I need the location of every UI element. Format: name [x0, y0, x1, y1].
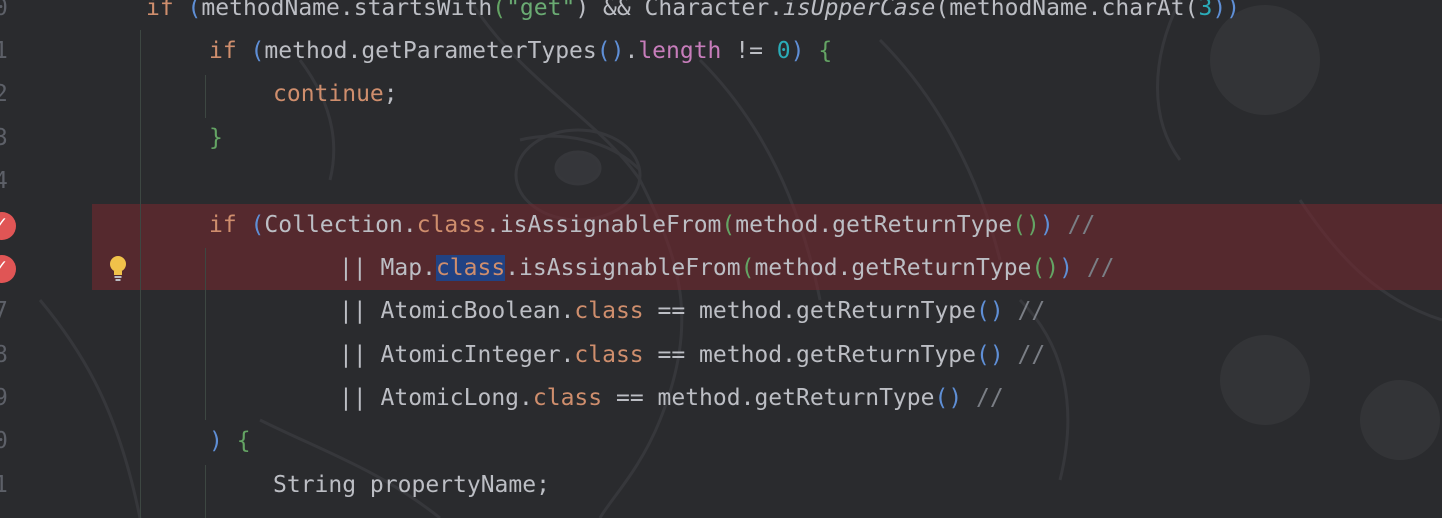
code-token: != [721, 38, 777, 64]
code-line[interactable]: String propertyName; [273, 464, 550, 507]
line-number: 7 [0, 298, 8, 324]
italic-method-token: isUpperCase [783, 0, 936, 21]
code-token: == method.getReturnType [643, 342, 977, 368]
breakpoint-icon[interactable]: ✓ [0, 212, 16, 240]
keyword-token: if [209, 212, 237, 238]
keyword-token: continue [273, 81, 384, 107]
comment-token: // [962, 385, 1004, 411]
code-token: . [624, 38, 639, 64]
comment-token: // [1003, 298, 1046, 324]
comment-token: // [1053, 212, 1096, 238]
keyword-token: class [574, 298, 644, 324]
paren-token: () [934, 385, 963, 411]
number-token: 3 [1198, 0, 1213, 21]
code-token: method.getReturnType [735, 212, 1013, 238]
line-number: 1 [0, 472, 8, 498]
code-line[interactable]: if (methodName.startsWith("get") && Char… [146, 0, 1240, 30]
code-token: || Map. [339, 255, 436, 281]
code-line[interactable]: if (method.getParameterTypes().length !=… [209, 30, 832, 73]
paren-token: () [596, 38, 625, 64]
string-token: "get" [506, 0, 576, 21]
paren-token: () [976, 342, 1004, 368]
line-number: 8 [0, 342, 8, 368]
code-line[interactable]: } [209, 117, 223, 160]
paren-token: ) [1039, 212, 1054, 238]
code-token: ; [383, 81, 398, 107]
comment-token: // [1072, 255, 1115, 281]
line-number: 1 [0, 38, 8, 64]
checkmark-icon: ✓ [0, 257, 9, 277]
code-token: .isAssignableFrom [505, 255, 741, 281]
paren-token: () [976, 298, 1004, 324]
paren-token: ( [492, 0, 507, 21]
code-line[interactable]: || Map.class.isAssignableFrom(method.get… [339, 247, 1115, 290]
paren-token: ( [721, 212, 736, 238]
code-token: method.getParameterTypes [264, 38, 597, 64]
keyword-token: class [574, 342, 644, 368]
code-line[interactable]: continue; [273, 73, 398, 116]
indent-guide [140, 30, 141, 518]
paren-token: ) [790, 38, 805, 64]
line-number: 0 [0, 428, 8, 454]
line-number-gutter[interactable]: 0 1 2 3 4 ✓ ✓ 7 8 9 0 1 [0, 0, 92, 518]
paren-token: ( [740, 255, 755, 281]
code-token: == method.getReturnType [643, 298, 977, 324]
brace-token: } [209, 125, 223, 151]
checkmark-icon: ✓ [0, 214, 9, 234]
code-token: method.getReturnType [754, 255, 1032, 281]
code-token: .isAssignableFrom [485, 212, 722, 238]
code-line[interactable]: ) { [209, 420, 251, 463]
indent-guide [205, 248, 206, 420]
brace-token: { [222, 428, 251, 454]
selected-keyword-token: class [435, 255, 506, 281]
paren-token: ) [209, 428, 223, 454]
comment-token: // [1003, 342, 1046, 368]
keyword-token: class [532, 385, 603, 411]
paren-token: ( [173, 0, 202, 21]
line-number: 3 [0, 125, 8, 151]
paren-token: ) [1059, 255, 1073, 281]
breakpoint-icon[interactable]: ✓ [0, 255, 16, 283]
paren-token: ( [236, 38, 265, 64]
code-line[interactable]: || AtomicLong.class == method.getReturnT… [339, 377, 1004, 420]
code-token: == method.getReturnType [602, 385, 935, 411]
field-token: length [638, 38, 722, 64]
code-token: || AtomicBoolean. [339, 298, 575, 324]
indent-guide [205, 465, 206, 518]
code-line[interactable]: || AtomicInteger.class == method.getRetu… [339, 334, 1045, 377]
code-token: (methodName.charAt( [935, 0, 1199, 21]
code-token: || AtomicLong. [339, 385, 533, 411]
paren-token: () [1012, 212, 1040, 238]
code-line[interactable]: || AtomicBoolean.class == method.getRetu… [339, 290, 1045, 333]
code-line[interactable]: if (Collection.class.isAssignableFrom(me… [209, 204, 1095, 247]
keyword-token: if [209, 38, 237, 64]
keyword-token: class [416, 212, 486, 238]
paren-token: ( [236, 212, 265, 238]
code-token: methodName.startsWith [201, 0, 493, 21]
code-token: || AtomicInteger. [339, 342, 575, 368]
paren-token: )) [1212, 0, 1241, 21]
line-number: 9 [0, 385, 8, 411]
line-number: 4 [0, 168, 8, 194]
line-number: 0 [0, 0, 8, 21]
number-token: 0 [776, 38, 791, 64]
line-number: 2 [0, 81, 8, 107]
code-token: Collection. [264, 212, 417, 238]
code-token: ) && Character. [575, 0, 784, 21]
brace-token: { [804, 38, 833, 64]
paren-token: () [1031, 255, 1060, 281]
code-editor[interactable]: 0 1 2 3 4 ✓ ✓ 7 8 9 0 1 if (methodName.s… [0, 0, 1442, 518]
keyword-token: if [146, 0, 174, 21]
indent-guide [205, 75, 206, 118]
lightbulb-icon[interactable] [106, 254, 130, 282]
code-token: String propertyName; [273, 472, 550, 498]
